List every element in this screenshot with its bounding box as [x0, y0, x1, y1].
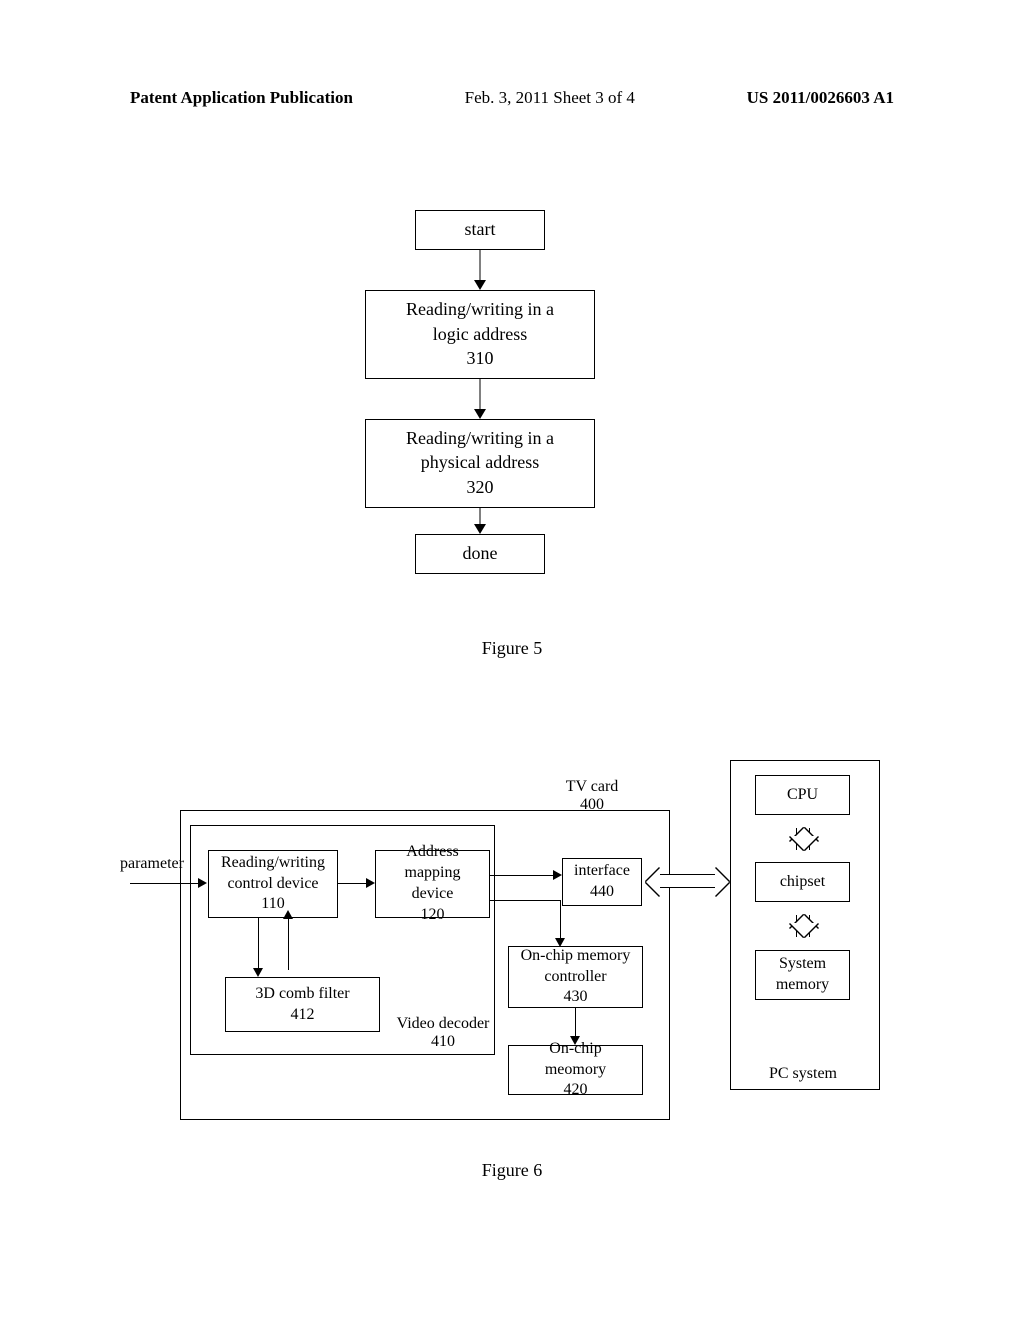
box-430: On-chip memory controller 430 [508, 946, 643, 1008]
box-420-num: 420 [517, 1080, 634, 1101]
bus-connector-icon [796, 828, 810, 850]
arrow-head-up-icon [283, 910, 293, 919]
box-440-num: 440 [571, 882, 633, 903]
arrow-head-right-icon [366, 878, 375, 888]
box-430-num: 430 [517, 987, 634, 1008]
box-430-line2: controller [517, 967, 634, 988]
arrow-head-down-icon [253, 968, 263, 977]
arrow-line [258, 918, 259, 970]
tv-card-label: TV card 400 [552, 778, 632, 814]
box-sysmem-line1: System [764, 954, 841, 975]
flow-arrow-icon [479, 508, 481, 534]
figure-5-caption: Figure 5 [0, 638, 1024, 659]
video-decoder-label-text: Video decoder [388, 1015, 498, 1033]
tv-card-label-text: TV card [552, 778, 632, 796]
flow-box-320: Reading/writing in a physical address 32… [365, 419, 595, 508]
box-412: 3D comb filter 412 [225, 977, 380, 1032]
box-chipset: chipset [755, 862, 850, 902]
flow-box-310-line1: Reading/writing in a [382, 297, 578, 321]
header-mid: Feb. 3, 2011 Sheet 3 of 4 [465, 88, 635, 108]
box-120-line2: mapping device [384, 863, 481, 905]
page-header: Patent Application Publication Feb. 3, 2… [0, 88, 1024, 108]
flow-box-320-line1: Reading/writing in a [382, 426, 578, 450]
box-440-interface: interface 440 [562, 858, 642, 906]
flow-box-320-line2: physical address [382, 450, 578, 474]
arrow-line [560, 900, 561, 940]
box-110-num: 110 [217, 894, 329, 915]
flow-box-310: Reading/writing in a logic address 310 [365, 290, 595, 379]
video-decoder-label: Video decoder 410 [388, 1015, 498, 1051]
box-120-num: 120 [384, 905, 481, 926]
arrow-line [490, 900, 560, 901]
box-420-line1: On-chip meomory [517, 1039, 634, 1081]
box-system-memory: System memory [755, 950, 850, 1000]
arrow-line [338, 883, 368, 884]
box-120-line1: Address [384, 842, 481, 863]
box-110-line1: Reading/writing [217, 853, 329, 874]
flow-box-start: start [415, 210, 545, 250]
flow-box-310-line2: logic address [382, 322, 578, 346]
arrow-line [130, 883, 200, 884]
flow-box-done: done [415, 534, 545, 574]
flow-box-320-num: 320 [382, 475, 578, 499]
arrow-head-right-icon [198, 878, 207, 888]
box-420: On-chip meomory 420 [508, 1045, 643, 1095]
figure-6-caption: Figure 6 [0, 1160, 1024, 1181]
box-sysmem-line2: memory [764, 975, 841, 996]
flow-arrow-icon [479, 379, 481, 419]
box-cpu: CPU [755, 775, 850, 815]
video-decoder-label-num: 410 [388, 1033, 498, 1051]
box-110-line2: control device [217, 874, 329, 895]
flow-box-310-num: 310 [382, 346, 578, 370]
bus-connector-icon [796, 915, 810, 937]
box-120: Address mapping device 120 [375, 850, 490, 918]
arrow-line [575, 1008, 576, 1038]
box-110: Reading/writing control device 110 [208, 850, 338, 918]
box-440-line1: interface [571, 861, 633, 882]
box-412-line1: 3D comb filter [234, 984, 371, 1005]
header-right: US 2011/0026603 A1 [747, 88, 894, 108]
arrow-head-right-icon [553, 870, 562, 880]
header-left: Patent Application Publication [130, 88, 353, 108]
box-430-line1: On-chip memory [517, 946, 634, 967]
arrow-line [288, 918, 289, 970]
tv-card-label-num: 400 [552, 796, 632, 814]
bus-connector-icon [660, 874, 715, 888]
figure-6-block-diagram: TV card 400 Video decoder 410 parameter … [130, 770, 920, 1130]
box-412-num: 412 [234, 1005, 371, 1026]
figure-5-flowchart: start Reading/writing in a logic address… [350, 210, 610, 574]
pc-system-label: PC system [758, 1065, 848, 1083]
arrow-line [490, 875, 555, 876]
parameter-label: parameter [120, 855, 184, 873]
flow-arrow-icon [479, 250, 481, 290]
